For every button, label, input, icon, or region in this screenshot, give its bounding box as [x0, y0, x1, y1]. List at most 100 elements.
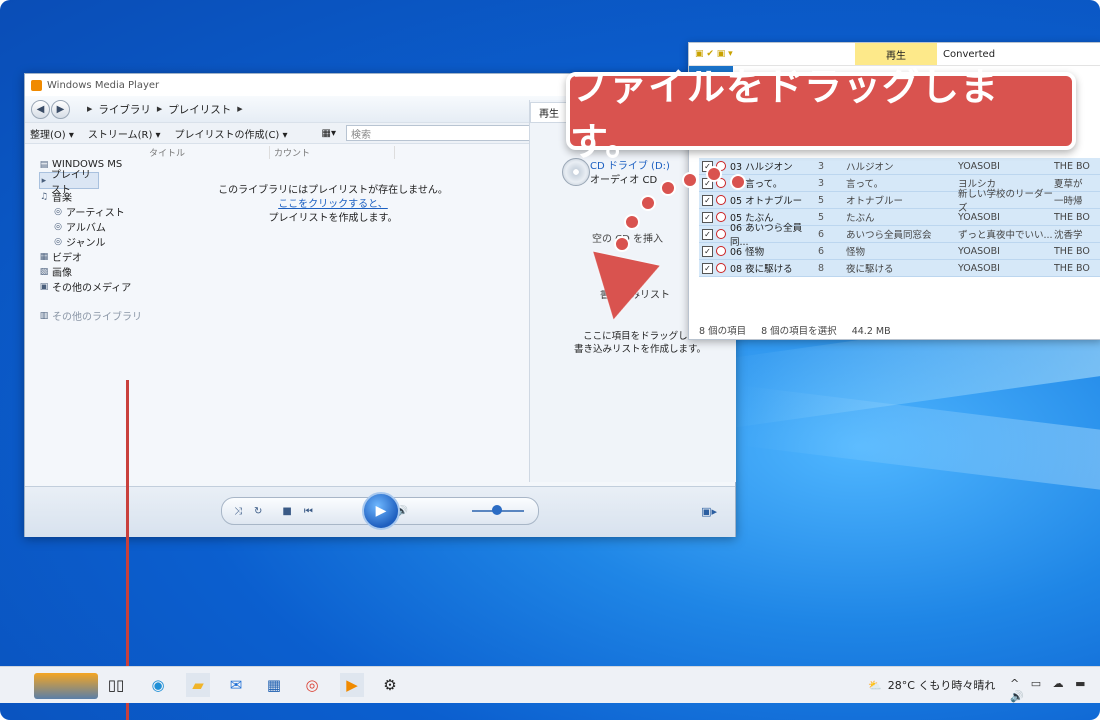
- create-playlist-menu[interactable]: プレイリストの作成(C) ▾: [175, 126, 288, 141]
- drag-path-dot: [624, 214, 640, 230]
- shuffle-icon[interactable]: ⤨: [234, 506, 242, 517]
- music-note-icon: ♫: [39, 191, 49, 202]
- mail-icon[interactable]: ✉: [224, 673, 248, 697]
- back-arrow-icon[interactable]: ◀: [31, 99, 50, 119]
- cloud-sun-icon: ⛅: [868, 678, 882, 692]
- news-widget[interactable]: [34, 673, 98, 699]
- track-artist: YOASOBI: [958, 262, 1000, 274]
- file-row[interactable]: ✓ 06 あいつら全員同... 6 あいつら全員同窓会 ずっと真夜中でいい... 沈香学: [699, 223, 1100, 248]
- track-title: 夜に駆ける: [846, 264, 894, 275]
- column-count[interactable]: カウント: [270, 146, 395, 159]
- audio-file-icon: [716, 263, 726, 273]
- drag-path-dot: [660, 180, 676, 196]
- status-selected-count: 8 個の項目を選択: [761, 326, 837, 337]
- video-icon: ▦: [39, 251, 49, 262]
- nav-other-libraries[interactable]: ▥ その他のライブラリ: [25, 308, 143, 324]
- track-album: THE BO: [1054, 245, 1090, 257]
- nav-album[interactable]: ◎ アルバム: [25, 219, 143, 235]
- track-number: 5: [818, 194, 825, 206]
- track-title: オトナブルー: [846, 196, 904, 207]
- edge-icon[interactable]: ◉: [146, 673, 170, 697]
- track-title: あいつら全員同窓会: [846, 230, 932, 241]
- stream-menu[interactable]: ストリーム(R) ▾: [88, 126, 161, 141]
- track-number: 8: [818, 262, 825, 274]
- nav-artist[interactable]: ◎ アーティスト: [25, 204, 143, 220]
- view-options-icon[interactable]: ▦▾: [322, 128, 336, 139]
- weather-text: 28°C くもり時々晴れ: [887, 679, 996, 692]
- media-player-icon[interactable]: ▶: [340, 673, 364, 697]
- play-button[interactable]: ▶: [362, 492, 400, 530]
- drag-path-dot: [730, 174, 746, 190]
- status-bar: 8 個の項目 8 個の項目を選択 44.2 MB: [699, 323, 903, 337]
- file-row[interactable]: ✓ 06 怪物 6 怪物 YOASOBI THE BO: [699, 243, 1100, 260]
- checkbox[interactable]: ✓: [702, 245, 713, 257]
- chrome-icon[interactable]: ◎: [300, 673, 324, 697]
- audio-file-icon: [716, 195, 726, 205]
- weather-widget[interactable]: ⛅ 28°C くもり時々晴れ: [868, 677, 995, 693]
- breadcrumb-library[interactable]: ライブラリ: [98, 102, 151, 117]
- artist-icon: ◎: [54, 206, 62, 217]
- search-placeholder: 検索: [351, 129, 372, 141]
- track-artist: 新しい学校のリーダーズ: [958, 189, 1054, 214]
- column-header: タイトル カウント: [145, 145, 521, 160]
- track-album: 沈香学: [1054, 230, 1083, 241]
- checkbox[interactable]: ✓: [702, 262, 713, 274]
- wallpaper-light-beam: [740, 385, 1100, 495]
- file-name: 05 オトナブルー: [730, 196, 803, 207]
- create-playlist-link[interactable]: ここをクリックすると、: [278, 199, 388, 210]
- track-number: 6: [818, 245, 825, 257]
- settings-gear-icon[interactable]: ⚙: [378, 673, 402, 697]
- instruction-callout: ファイルをドラッグします。: [566, 65, 1076, 164]
- task-view-icon[interactable]: ▯▯: [104, 673, 128, 697]
- file-row[interactable]: ✓ 05 オトナブルー 5 オトナブルー 新しい学校のリーダーズ 一時帰: [699, 189, 1100, 214]
- checkbox[interactable]: ✓: [702, 194, 713, 206]
- switch-to-now-playing-icon[interactable]: ▣▸: [701, 505, 717, 518]
- wmp-title: Windows Media Player: [47, 79, 160, 91]
- store-icon[interactable]: ▦: [262, 673, 286, 697]
- nav-video[interactable]: ▦ ビデオ: [25, 249, 143, 265]
- system-tray[interactable]: ^ ▭ ☁ ▬ 🔊: [1010, 677, 1100, 703]
- taskbar: ▯▯ ◉ ▰ ✉ ▦ ◎ ▶ ⚙ ⛅ 28°C くもり時々晴れ ^ ▭ ☁ ▬ …: [0, 666, 1100, 703]
- track-album: 一時帰: [1054, 196, 1083, 207]
- track-artist: YOASOBI: [958, 211, 1000, 223]
- track-title: 言って。: [846, 179, 884, 190]
- track-album: THE BO: [1054, 262, 1090, 274]
- audio-file-icon: [716, 212, 726, 222]
- track-number: 6: [818, 228, 825, 240]
- tab-play[interactable]: 再生: [530, 102, 568, 123]
- nav-picture[interactable]: ▧ 画像: [25, 264, 143, 280]
- previous-icon[interactable]: ⏮: [304, 506, 313, 517]
- track-album: THE BO: [1054, 211, 1090, 223]
- drag-path-dot: [614, 236, 630, 252]
- volume-knob[interactable]: [492, 505, 502, 515]
- drag-path-dot: [640, 195, 656, 211]
- track-artist: YOASOBI: [958, 245, 1000, 257]
- search-input[interactable]: 検索: [346, 125, 553, 141]
- breadcrumb-separator-icon: ▶: [156, 105, 163, 113]
- checkbox[interactable]: ✓: [702, 228, 713, 240]
- file-explorer-icon[interactable]: ▰: [186, 673, 210, 697]
- breadcrumb-playlist[interactable]: プレイリスト: [168, 102, 231, 117]
- empty-message: このライブラリにはプレイリストが存在しません。 ここをクリックすると、 プレイリ…: [145, 184, 521, 226]
- audio-file-icon: [716, 229, 726, 239]
- genre-icon: ◎: [54, 236, 62, 247]
- picture-icon: ▧: [39, 266, 49, 277]
- file-row[interactable]: ✓ 08 夜に駆ける 8 夜に駆ける YOASOBI THE BO: [699, 260, 1100, 277]
- repeat-icon[interactable]: ↻: [254, 506, 262, 517]
- forward-arrow-icon[interactable]: ▶: [51, 99, 70, 119]
- checkbox[interactable]: ✓: [702, 211, 713, 223]
- breadcrumb: ▶ ライブラリ ▶ プレイリスト ▶: [87, 102, 243, 117]
- stop-icon[interactable]: ■: [282, 506, 291, 517]
- album-icon: ◎: [54, 221, 62, 232]
- drag-path-dot: [682, 172, 698, 188]
- organize-menu[interactable]: 整理(O) ▾: [30, 126, 74, 141]
- track-artist: ずっと真夜中でいい...: [958, 230, 1053, 241]
- nav-playlist[interactable]: ▸ プレイリスト: [39, 170, 99, 196]
- nav-other-media[interactable]: ▣ その他のメディア: [25, 279, 143, 295]
- column-title[interactable]: タイトル: [145, 146, 270, 159]
- nav-genre[interactable]: ◎ ジャンル: [25, 234, 143, 250]
- wmp-app-icon: [31, 79, 42, 91]
- track-number: 3: [818, 177, 825, 189]
- status-size: 44.2 MB: [851, 326, 891, 337]
- player-controls: ⤨ ↻ ■ ⏮ ▶ ⏭ 🔊 ▣▸: [25, 486, 735, 537]
